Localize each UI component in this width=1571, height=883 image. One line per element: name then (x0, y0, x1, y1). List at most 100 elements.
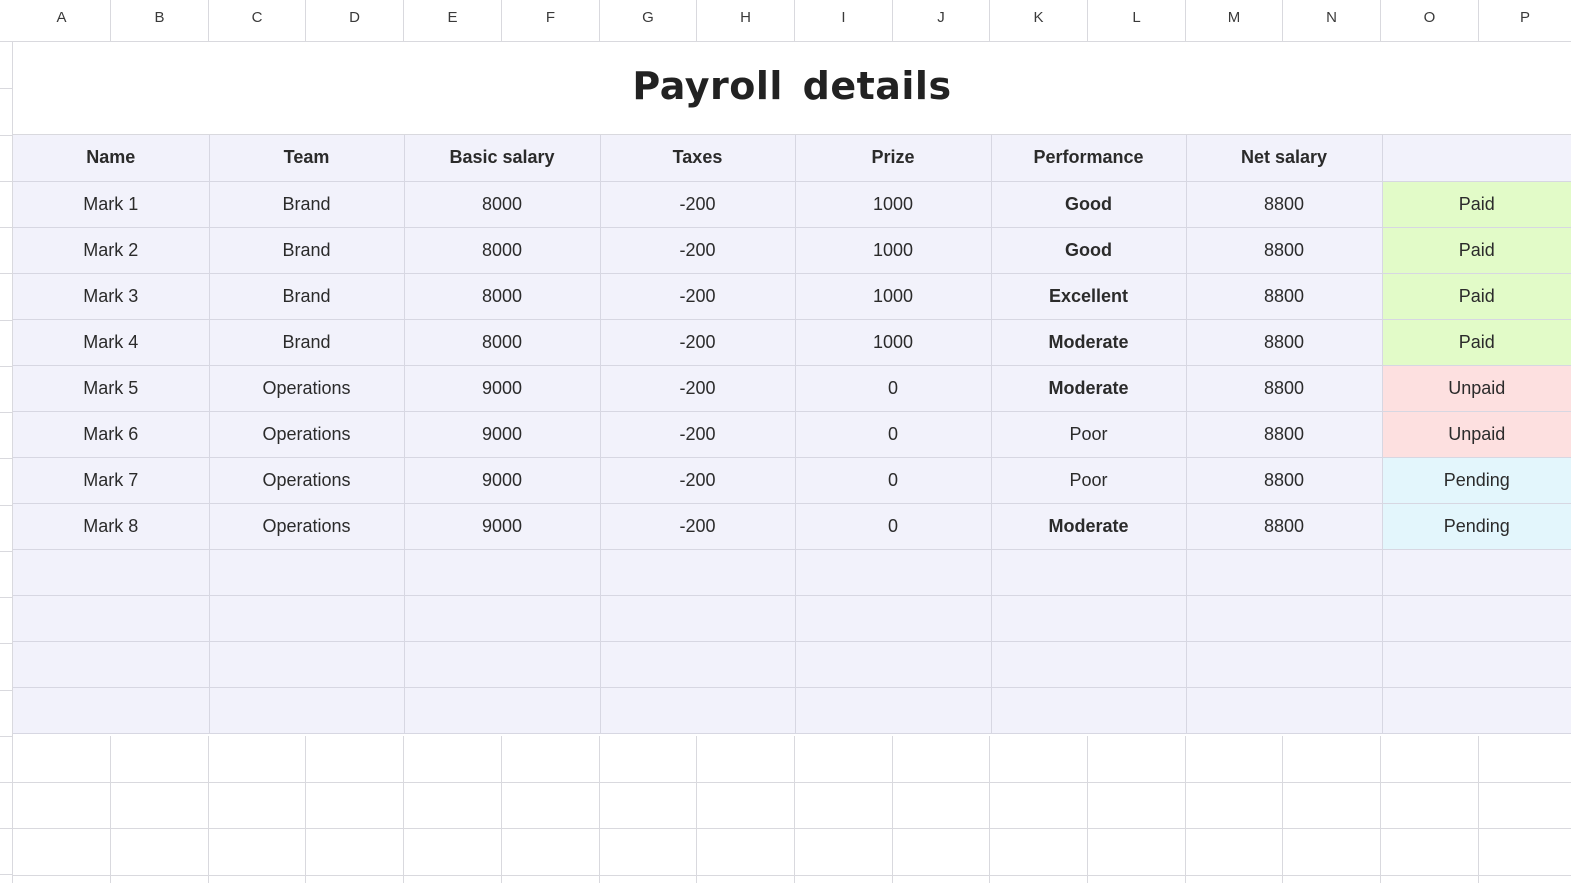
empty-cell[interactable] (209, 549, 405, 596)
cell-taxes[interactable]: -200 (600, 227, 796, 274)
cell-name[interactable]: Mark 4 (13, 319, 210, 366)
cell-basic-salary[interactable]: 9000 (404, 503, 601, 550)
cell-name[interactable]: Mark 6 (13, 411, 210, 458)
empty-cell[interactable] (795, 687, 992, 734)
empty-grid-area[interactable] (13, 736, 1571, 883)
cell-taxes[interactable]: -200 (600, 273, 796, 320)
cell-team[interactable]: Operations (209, 365, 405, 412)
column-header-j[interactable]: J (893, 0, 990, 42)
cell-net-salary[interactable]: 8800 (1186, 503, 1383, 550)
cell-name[interactable]: Mark 5 (13, 365, 210, 412)
cell-performance[interactable]: Moderate (991, 365, 1187, 412)
cell-performance[interactable]: Moderate (991, 503, 1187, 550)
cell-name[interactable]: Mark 8 (13, 503, 210, 550)
cell-performance[interactable]: Good (991, 227, 1187, 274)
cell-performance[interactable]: Poor (991, 411, 1187, 458)
cell-status[interactable]: Paid (1382, 273, 1571, 320)
cell-basic-salary[interactable]: 8000 (404, 319, 601, 366)
empty-cell[interactable] (404, 549, 601, 596)
empty-cell[interactable] (600, 641, 796, 688)
cell-status[interactable]: Unpaid (1382, 411, 1571, 458)
empty-cell[interactable] (795, 595, 992, 642)
column-header-e[interactable]: E (404, 0, 502, 42)
column-header-k[interactable]: K (990, 0, 1088, 42)
header-prize[interactable]: Prize (795, 135, 992, 182)
empty-cell[interactable] (404, 641, 601, 688)
header-status[interactable] (1382, 135, 1571, 182)
cell-prize[interactable]: 0 (795, 457, 992, 504)
cell-taxes[interactable]: -200 (600, 181, 796, 228)
cell-prize[interactable]: 0 (795, 411, 992, 458)
cell-status[interactable]: Paid (1382, 181, 1571, 228)
cell-taxes[interactable]: -200 (600, 319, 796, 366)
header-team[interactable]: Team (209, 135, 405, 182)
cell-prize[interactable]: 1000 (795, 319, 992, 366)
cell-prize[interactable]: 0 (795, 365, 992, 412)
column-header-i[interactable]: I (795, 0, 893, 42)
cell-taxes[interactable]: -200 (600, 411, 796, 458)
cell-status[interactable]: Paid (1382, 319, 1571, 366)
empty-cell[interactable] (600, 687, 796, 734)
empty-cell[interactable] (1186, 641, 1383, 688)
empty-cell[interactable] (404, 687, 601, 734)
empty-cell[interactable] (209, 687, 405, 734)
cell-team[interactable]: Brand (209, 227, 405, 274)
empty-cell[interactable] (1186, 687, 1383, 734)
cell-basic-salary[interactable]: 8000 (404, 181, 601, 228)
cell-team[interactable]: Brand (209, 181, 405, 228)
cell-prize[interactable]: 0 (795, 503, 992, 550)
cell-prize[interactable]: 1000 (795, 273, 992, 320)
empty-cell[interactable] (1382, 595, 1571, 642)
column-header-b[interactable]: B (111, 0, 209, 42)
empty-cell[interactable] (13, 549, 210, 596)
column-header-a[interactable]: A (13, 0, 111, 42)
cell-team[interactable]: Operations (209, 457, 405, 504)
cell-taxes[interactable]: -200 (600, 503, 796, 550)
cell-name[interactable]: Mark 7 (13, 457, 210, 504)
column-header-d[interactable]: D (306, 0, 404, 42)
cell-taxes[interactable]: -200 (600, 457, 796, 504)
cell-team[interactable]: Brand (209, 319, 405, 366)
empty-cell[interactable] (13, 641, 210, 688)
cell-net-salary[interactable]: 8800 (1186, 365, 1383, 412)
empty-cell[interactable] (795, 641, 992, 688)
empty-cell[interactable] (991, 595, 1187, 642)
cell-name[interactable]: Mark 2 (13, 227, 210, 274)
header-net-salary[interactable]: Net salary (1186, 135, 1383, 182)
empty-cell[interactable] (991, 641, 1187, 688)
column-header-l[interactable]: L (1088, 0, 1186, 42)
cell-net-salary[interactable]: 8800 (1186, 273, 1383, 320)
cell-basic-salary[interactable]: 8000 (404, 273, 601, 320)
column-header-p[interactable]: P (1479, 0, 1571, 42)
column-header-n[interactable]: N (1283, 0, 1381, 42)
row-header-gutter[interactable] (0, 42, 13, 883)
cell-performance[interactable]: Moderate (991, 319, 1187, 366)
cell-performance[interactable]: Good (991, 181, 1187, 228)
header-performance[interactable]: Performance (991, 135, 1187, 182)
empty-cell[interactable] (795, 549, 992, 596)
header-basic-salary[interactable]: Basic salary (404, 135, 601, 182)
cell-name[interactable]: Mark 1 (13, 181, 210, 228)
empty-cell[interactable] (13, 687, 210, 734)
column-header-h[interactable]: H (697, 0, 795, 42)
empty-cell[interactable] (1186, 549, 1383, 596)
cell-net-salary[interactable]: 8800 (1186, 319, 1383, 366)
cell-performance[interactable]: Excellent (991, 273, 1187, 320)
header-name[interactable]: Name (13, 135, 210, 182)
empty-cell[interactable] (991, 687, 1187, 734)
cell-team[interactable]: Brand (209, 273, 405, 320)
cell-prize[interactable]: 1000 (795, 181, 992, 228)
empty-cell[interactable] (404, 595, 601, 642)
cell-prize[interactable]: 1000 (795, 227, 992, 274)
cell-net-salary[interactable]: 8800 (1186, 457, 1383, 504)
cell-basic-salary[interactable]: 8000 (404, 227, 601, 274)
cell-status[interactable]: Pending (1382, 503, 1571, 550)
column-header-o[interactable]: O (1381, 0, 1479, 42)
cell-net-salary[interactable]: 8800 (1186, 411, 1383, 458)
cell-performance[interactable]: Poor (991, 457, 1187, 504)
empty-cell[interactable] (1382, 641, 1571, 688)
empty-cell[interactable] (991, 549, 1187, 596)
header-taxes[interactable]: Taxes (600, 135, 796, 182)
column-header-c[interactable]: C (209, 0, 306, 42)
cell-team[interactable]: Operations (209, 411, 405, 458)
